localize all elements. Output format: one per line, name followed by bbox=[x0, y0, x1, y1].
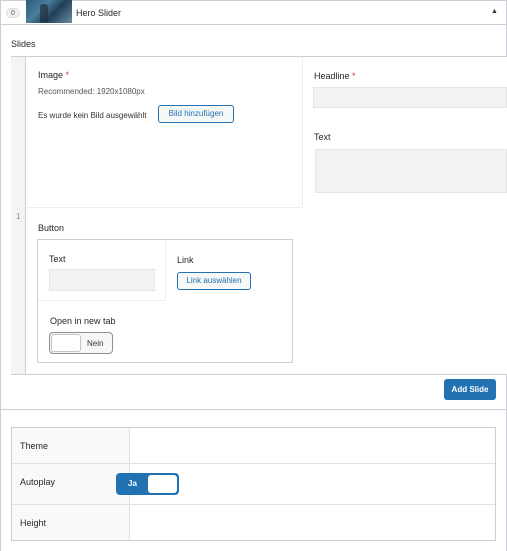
theme-label: Theme bbox=[20, 441, 49, 451]
headline-label-text: Headline bbox=[314, 71, 350, 81]
add-image-button[interactable]: Bild hinzufügen bbox=[158, 105, 234, 123]
autoplay-label: Autoplay bbox=[20, 477, 56, 487]
headline-input[interactable] bbox=[313, 87, 507, 108]
slide-row-number: 1 bbox=[16, 212, 21, 221]
text-textarea[interactable] bbox=[315, 149, 507, 193]
button-text-label: Text bbox=[49, 254, 66, 264]
layout-title: Hero Slider bbox=[76, 8, 122, 18]
image-required-marker: * bbox=[65, 70, 70, 80]
headline-label: Headline * bbox=[314, 71, 356, 81]
new-tab-toggle-knob bbox=[51, 334, 81, 352]
settings-divider bbox=[12, 504, 495, 505]
height-label: Height bbox=[20, 518, 47, 528]
add-slide-button[interactable]: Add Slide bbox=[444, 379, 496, 400]
headline-required-marker: * bbox=[352, 71, 356, 81]
autoplay-toggle-knob bbox=[148, 475, 177, 493]
layout-index-badge: 0 bbox=[6, 8, 20, 18]
button-link-label: Link bbox=[177, 255, 194, 265]
thumbnail-figure bbox=[40, 4, 48, 22]
image-label: Image * bbox=[38, 70, 69, 80]
select-link-button[interactable]: Link auswählen bbox=[177, 272, 251, 290]
image-empty-text: Es wurde kein Bild ausgewählt bbox=[38, 111, 147, 120]
slides-label: Slides bbox=[11, 39, 36, 49]
collapse-icon[interactable]: ▲ bbox=[491, 8, 498, 15]
new-tab-label: Open in new tab bbox=[50, 316, 116, 326]
button-group-label: Button bbox=[38, 223, 65, 233]
new-tab-toggle-state: Nein bbox=[87, 339, 104, 348]
image-label-text: Image bbox=[38, 70, 64, 80]
settings-divider bbox=[12, 463, 495, 464]
text-label: Text bbox=[314, 132, 331, 142]
button-text-input[interactable] bbox=[49, 269, 155, 291]
autoplay-toggle-state: Ja bbox=[128, 479, 137, 488]
layout-thumbnail bbox=[26, 0, 72, 23]
image-recommended-hint: Recommended: 1920x1080px bbox=[38, 87, 145, 96]
